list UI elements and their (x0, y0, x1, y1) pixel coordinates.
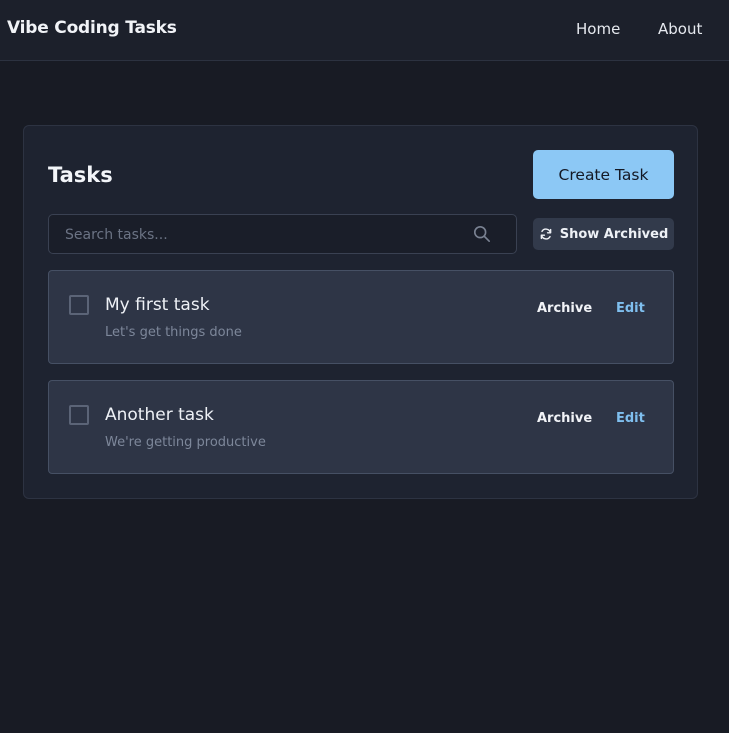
task-checkbox[interactable] (69, 405, 89, 425)
task-title: My first task (105, 295, 210, 315)
edit-button[interactable]: Edit (616, 411, 645, 426)
task-checkbox[interactable] (69, 295, 89, 315)
archive-button[interactable]: Archive (537, 411, 592, 426)
search-icon[interactable] (473, 225, 491, 243)
show-archived-label: Show Archived (559, 226, 669, 242)
edit-button[interactable]: Edit (616, 301, 645, 316)
refresh-icon (540, 228, 552, 240)
search-placeholder: Search tasks... (65, 227, 168, 243)
create-task-button[interactable]: Create Task (533, 150, 674, 199)
nav-link-about[interactable]: About (658, 20, 702, 38)
archive-button[interactable]: Archive (537, 301, 592, 316)
task-description: We're getting productive (105, 435, 266, 450)
task-title: Another task (105, 405, 214, 425)
page-title: Tasks (48, 163, 113, 187)
brand-title[interactable]: Vibe Coding Tasks (7, 18, 177, 38)
show-archived-button[interactable]: Show Archived (533, 218, 674, 250)
task-description: Let's get things done (105, 325, 242, 340)
nav-link-home[interactable]: Home (576, 20, 620, 38)
navbar: Vibe Coding Tasks Home About (0, 0, 729, 61)
task-item: My first task Let's get things done Arch… (48, 270, 674, 364)
search-input[interactable]: Search tasks... (48, 214, 517, 254)
tasks-panel: Tasks Create Task Search tasks... Show A… (23, 125, 698, 499)
task-item: Another task We're getting productive Ar… (48, 380, 674, 474)
